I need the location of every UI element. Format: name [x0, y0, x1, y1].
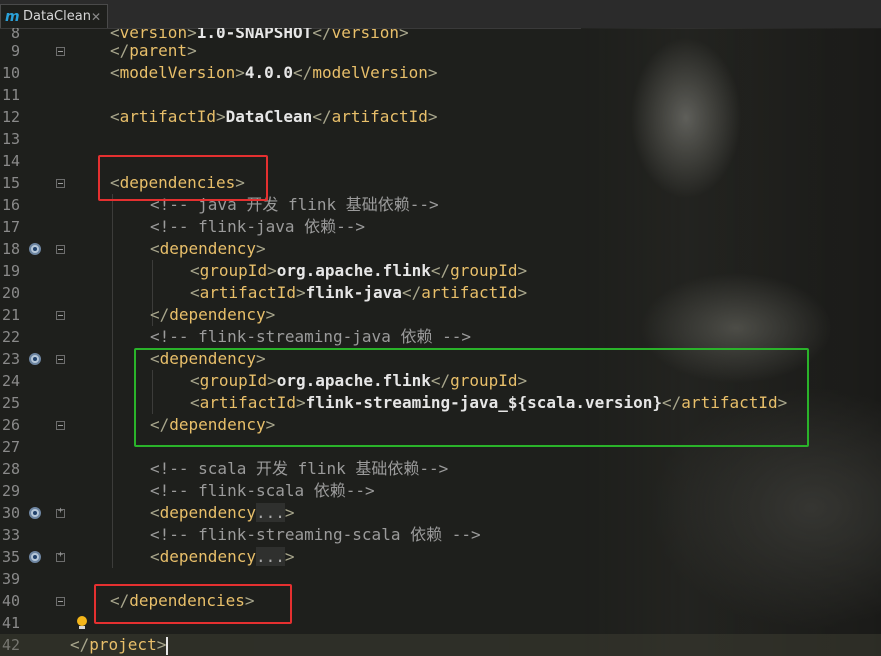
lightbulb-icon[interactable]: [77, 616, 87, 630]
xml-comment: <!-- flink-scala 依赖-->: [150, 481, 375, 500]
close-icon[interactable]: ✕: [91, 10, 101, 24]
code-line[interactable]: [0, 128, 110, 150]
code-line[interactable]: <groupId>org.apache.flink</groupId>: [0, 260, 527, 282]
code-line[interactable]: <!-- flink-java 依赖-->: [0, 216, 365, 238]
xml-tag-name: artifactId: [421, 283, 518, 302]
xml-bracket: >: [517, 283, 528, 302]
xml-text-value: 4.0.0: [244, 63, 294, 82]
xml-tag-name: project: [89, 635, 157, 654]
tab-title: DataClean: [23, 9, 91, 24]
xml-bracket: >: [427, 107, 438, 126]
folded-region[interactable]: ...: [255, 547, 285, 566]
xml-text-value: flink-java: [305, 283, 402, 302]
xml-bracket: >: [517, 261, 528, 280]
xml-bracket: </: [70, 635, 90, 654]
tab-dataclean[interactable]: m DataClean ✕: [0, 4, 108, 28]
xml-tag-name: modelVersion: [312, 63, 428, 82]
xml-bracket: >: [427, 63, 438, 82]
xml-tag-name: version: [331, 28, 400, 42]
highlight-box-streaming-dependency: [134, 348, 809, 447]
text-caret: [166, 636, 169, 655]
code-line[interactable]: <dependency...>: [0, 546, 295, 568]
xml-text-value: DataClean: [225, 107, 313, 126]
xml-text-value: 1.0-SNAPSHOT: [196, 28, 313, 42]
xml-tag-name: artifactId: [331, 107, 428, 126]
code-line[interactable]: <!-- scala 开发 flink 基础依赖-->: [0, 458, 448, 480]
highlight-box-dependencies-close: [94, 584, 292, 624]
xml-bracket: </: [312, 28, 332, 42]
xml-bracket: >: [284, 503, 295, 522]
xml-bracket: <: [110, 63, 120, 82]
xml-bracket: >: [284, 547, 295, 566]
xml-bracket: </: [150, 305, 170, 324]
code-line[interactable]: <!-- flink-streaming-java 依赖 -->: [0, 326, 471, 348]
xml-tag-name: artifactId: [199, 283, 296, 302]
xml-bracket: >: [265, 305, 276, 324]
xml-bracket: >: [187, 41, 197, 60]
editor-tab-bar: m DataClean ✕: [0, 0, 881, 29]
xml-tag-name: modelVersion: [119, 63, 236, 82]
folded-region[interactable]: ...: [255, 503, 285, 522]
code-line[interactable]: <!-- flink-scala 依赖-->: [0, 480, 375, 502]
code-line[interactable]: <artifactId>DataClean</artifactId>: [0, 106, 438, 128]
code-line[interactable]: [0, 436, 150, 458]
code-line[interactable]: <dependency...>: [0, 502, 295, 524]
xml-bracket: </: [430, 261, 451, 280]
highlight-box-dependencies-open: [98, 155, 268, 201]
code-line[interactable]: <modelVersion>4.0.0</modelVersion>: [0, 62, 438, 84]
xml-tag-name: dependency: [159, 239, 256, 258]
xml-bracket: </: [401, 283, 422, 302]
xml-tag-name: parent: [129, 41, 188, 60]
xml-bracket: </: [312, 107, 332, 126]
xml-comment: <!-- scala 开发 flink 基础依赖-->: [150, 459, 449, 478]
xml-bracket: </: [293, 63, 313, 82]
xml-bracket: <: [190, 261, 200, 280]
xml-tag-name: dependency: [169, 305, 266, 324]
editor-background-image: [581, 28, 881, 656]
xml-tag-name: groupId: [199, 261, 268, 280]
code-editor[interactable]: 8 9 10 11 12 13 14 15 16 17 18 19 20 21 22 23 24 25 26 27 28…: [0, 28, 881, 656]
code-line[interactable]: </parent>: [0, 40, 197, 62]
xml-tag-name: dependency: [159, 547, 256, 566]
xml-bracket: >: [215, 107, 226, 126]
code-line[interactable]: [0, 84, 110, 106]
xml-tag-name: dependency: [159, 503, 256, 522]
xml-bracket: <: [110, 107, 120, 126]
xml-bracket: >: [267, 261, 277, 280]
xml-bracket: >: [295, 283, 306, 302]
xml-comment: <!-- flink-streaming-java 依赖 -->: [150, 327, 471, 346]
xml-comment: <!-- flink-java 依赖-->: [150, 217, 366, 236]
xml-tag-name: artifactId: [119, 107, 216, 126]
xml-bracket: <: [150, 503, 160, 522]
xml-bracket: <: [150, 239, 160, 258]
xml-bracket: </: [110, 41, 130, 60]
code-line[interactable]: </dependency>: [0, 304, 275, 326]
xml-comment: <!-- flink-streaming-scala 依赖 -->: [150, 525, 481, 544]
code-line[interactable]: [0, 150, 110, 172]
xml-bracket: >: [235, 63, 245, 82]
xml-tag-name: groupId: [450, 261, 518, 280]
xml-bracket: >: [255, 239, 266, 258]
xml-bracket: >: [399, 28, 409, 42]
xml-bracket: >: [156, 635, 167, 654]
xml-text-value: org.apache.flink: [276, 261, 431, 280]
code-line[interactable]: <artifactId>flink-java</artifactId>: [0, 282, 527, 304]
code-line[interactable]: <dependency>: [0, 238, 266, 260]
maven-module-icon: m: [5, 8, 20, 25]
xml-bracket: <: [190, 283, 200, 302]
xml-bracket: <: [150, 547, 160, 566]
code-line[interactable]: <!-- flink-streaming-scala 依赖 -->: [0, 524, 481, 546]
code-line[interactable]: </project>: [0, 634, 881, 656]
